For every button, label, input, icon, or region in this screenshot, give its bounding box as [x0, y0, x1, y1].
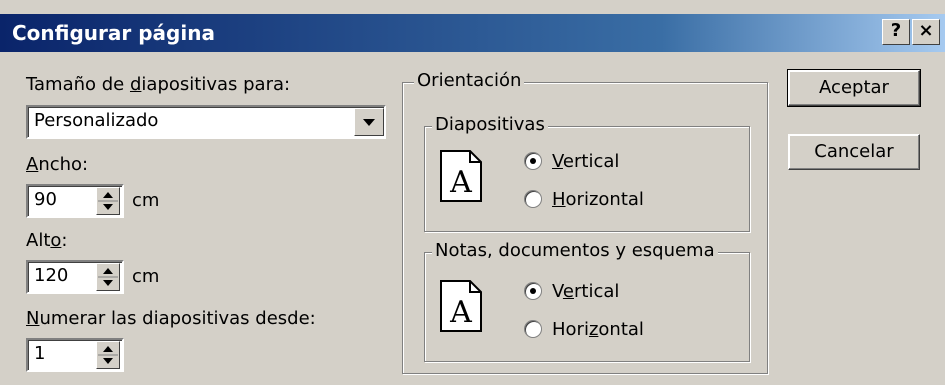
- width-label: Ancho:: [26, 154, 88, 175]
- spin-arrows-icon: [98, 346, 118, 364]
- notes-vertical-radio[interactable]: [524, 282, 542, 300]
- slide-size-label-text-end: iapositivas para:: [141, 74, 291, 95]
- width-spinner[interactable]: [96, 187, 120, 215]
- height-label: Alto:: [26, 230, 67, 251]
- height-value: 120: [34, 265, 69, 286]
- number-from-value: 1: [34, 343, 46, 364]
- slide-size-select[interactable]: Personalizado: [26, 105, 386, 139]
- portrait-page-icon: A: [440, 280, 482, 332]
- slides-horizontal-text: orizontal: [565, 189, 644, 210]
- slides-horizontal-key: H: [552, 189, 566, 210]
- slides-horizontal-label[interactable]: Horizontal: [552, 189, 644, 210]
- slides-vertical-key: V: [552, 151, 563, 172]
- spin-arrows-icon: [98, 268, 118, 286]
- chevron-down-icon: [363, 119, 375, 126]
- number-from-label-text: umerar las diapositivas desde:: [39, 308, 316, 329]
- width-label-text: ncho:: [38, 154, 89, 175]
- slides-group-title: Diapositivas: [432, 114, 548, 135]
- page-icon-letter: A: [449, 295, 472, 330]
- number-from-label-key: N: [26, 308, 40, 329]
- radio-selected-dot: [530, 288, 536, 294]
- height-label-key: o: [50, 230, 62, 251]
- orientation-group-title: Orientación: [414, 70, 525, 91]
- close-button[interactable]: ×: [912, 19, 940, 45]
- width-label-key: A: [26, 154, 39, 175]
- notes-group-title: Notas, documentos y esquema: [432, 240, 718, 261]
- height-label-text: Alt: [26, 230, 51, 251]
- radio-selected-dot: [530, 158, 536, 164]
- notes-vertical-label[interactable]: Vertical: [552, 281, 619, 302]
- slides-vertical-text: ertical: [562, 151, 620, 172]
- height-spinner[interactable]: [96, 263, 120, 291]
- notes-horizontal-key: z: [588, 319, 599, 340]
- portrait-page-icon: A: [440, 150, 482, 202]
- width-unit: cm: [132, 190, 160, 211]
- slide-size-label-text: Tamaño de: [26, 74, 130, 95]
- height-unit: cm: [132, 266, 160, 287]
- number-from-label: Numerar las diapositivas desde:: [26, 308, 316, 329]
- slides-vertical-label[interactable]: Vertical: [552, 151, 619, 172]
- height-label-colon: :: [61, 230, 68, 251]
- ok-button[interactable]: Aceptar: [787, 69, 921, 107]
- slide-size-dropdown-button[interactable]: [354, 108, 384, 136]
- width-value: 90: [34, 189, 57, 210]
- number-from-spinner[interactable]: [96, 341, 120, 369]
- notes-horizontal-text-end: ontal: [598, 319, 644, 340]
- notes-vertical-text-end: rtical: [574, 281, 620, 302]
- notes-horizontal-label[interactable]: Horizontal: [552, 319, 644, 340]
- slide-size-label: Tamaño de diapositivas para:: [26, 74, 290, 95]
- notes-vertical-key: e: [562, 281, 574, 302]
- slides-horizontal-radio[interactable]: [524, 190, 542, 208]
- page-setup-dialog: Configurar página ? × Tamaño de diaposit…: [0, 0, 945, 385]
- slide-size-value: Personalizado: [34, 110, 159, 131]
- slide-size-label-key: d: [129, 74, 142, 95]
- spin-arrows-icon: [98, 192, 118, 210]
- dialog-title: Configurar página: [12, 21, 215, 45]
- page-icon-letter: A: [449, 165, 472, 200]
- cancel-button[interactable]: Cancelar: [788, 134, 920, 170]
- notes-horizontal-radio[interactable]: [524, 320, 542, 338]
- slides-vertical-radio[interactable]: [524, 152, 542, 170]
- help-button[interactable]: ?: [882, 19, 910, 45]
- notes-vertical-text: V: [552, 281, 563, 302]
- notes-horizontal-text: Hori: [552, 319, 589, 340]
